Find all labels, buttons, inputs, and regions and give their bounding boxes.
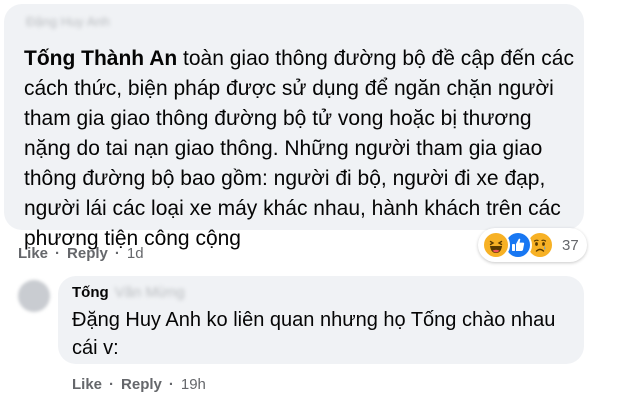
mention-link[interactable]: Tống Thành An [24,47,177,70]
comment-bubble: Đặng Huy Anh Tống Thành An toàn giao thô… [4,4,584,250]
comment-text: Tống Thành An toàn giao thông đường bộ đ… [24,44,576,254]
avatar[interactable] [18,280,50,312]
comment-body: toàn giao thông đường bộ đề cập đến các … [24,47,574,250]
separator-dot: · [109,376,115,393]
reply-like-button[interactable]: Like [72,376,102,393]
haha-icon [482,231,510,259]
separator-dot: · [114,245,120,262]
reply-button[interactable]: Reply [67,245,108,262]
separator-dot: · [55,245,61,262]
comment-author-name[interactable]: Đặng Huy Anh [26,14,110,29]
reaction-count: 37 [562,236,579,254]
reply-author-rest: Văn Mừng [114,284,185,301]
reply-timestamp[interactable]: 19h [181,376,206,393]
like-button[interactable]: Like [18,245,48,262]
reply-bubble: Tống Văn Mừng Đặng Huy Anh ko liên quan n… [58,276,584,364]
reply-text: Đặng Huy Anh ko liên quan nhưng họ Tống … [72,309,556,359]
reply-reply-button[interactable]: Reply [121,376,162,393]
comment-timestamp[interactable]: 1d [127,245,144,262]
reply-actions: Like · Reply · 19h [72,376,206,393]
comment-thread: Đặng Huy Anh Tống Thành An toàn giao thô… [0,0,620,402]
reactions-summary[interactable]: 37 [478,228,587,262]
reply-author-name[interactable]: Tống Văn Mừng [72,284,185,301]
comment-actions: Like · Reply · 1d [18,245,144,262]
separator-dot: · [168,376,174,393]
reply-author-first: Tống [72,284,109,301]
